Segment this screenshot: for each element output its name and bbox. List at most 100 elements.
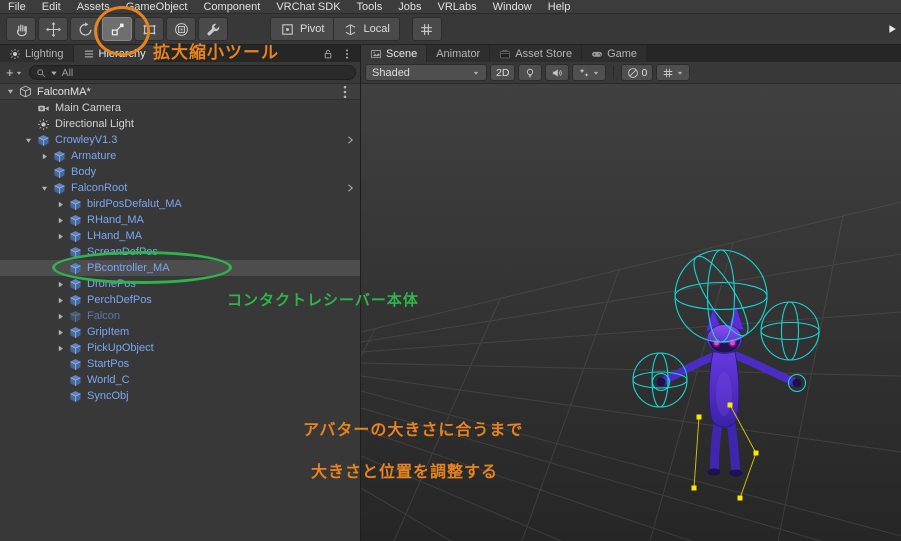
collapse-arrow[interactable] bbox=[38, 184, 51, 193]
hierarchy-item-label: StartPos bbox=[87, 358, 130, 370]
hierarchy-item-directional-light[interactable]: Directional Light bbox=[0, 116, 360, 132]
rotate-tool[interactable] bbox=[70, 17, 100, 41]
hierarchy-item-screandefpos[interactable]: ScreanDefPos bbox=[0, 244, 360, 260]
eye-off-icon bbox=[627, 67, 639, 79]
move-tool[interactable] bbox=[38, 17, 68, 41]
hierarchy-item-label: SyncObj bbox=[87, 390, 129, 402]
scene-audio-toggle[interactable] bbox=[545, 64, 570, 81]
menu-edit[interactable]: Edit bbox=[34, 1, 69, 13]
lock-icon[interactable] bbox=[322, 48, 334, 60]
expand-arrow[interactable] bbox=[54, 296, 67, 305]
tab-asset-store[interactable]: Asset Store bbox=[490, 45, 582, 62]
pivot-toggle[interactable]: Pivot bbox=[270, 17, 335, 41]
tab-label: Lighting bbox=[25, 47, 64, 60]
scene-header-row[interactable]: FalconMA* bbox=[0, 84, 360, 100]
game-icon bbox=[591, 48, 603, 60]
hierarchy-tree: FalconMA* Main Camera Directional Light Cr… bbox=[0, 84, 360, 541]
menu-assets[interactable]: Assets bbox=[69, 1, 118, 13]
expand-arrow[interactable] bbox=[38, 152, 51, 161]
hierarchy-rows: Main Camera Directional Light CrowleyV1.3 A… bbox=[0, 100, 360, 404]
tab-hierarchy[interactable]: Hierarchy bbox=[73, 45, 155, 62]
kebab-icon[interactable] bbox=[341, 48, 353, 60]
hierarchy-tabs: Lighting Hierarchy bbox=[0, 45, 156, 62]
prefab-cube-icon bbox=[51, 150, 68, 163]
create-object-button[interactable]: + bbox=[4, 65, 25, 80]
hierarchy-item-dronepos[interactable]: DronePos bbox=[0, 276, 360, 292]
expand-arrow[interactable] bbox=[54, 312, 67, 321]
menu-tools[interactable]: Tools bbox=[349, 1, 391, 13]
tool-buttons bbox=[6, 17, 230, 41]
menu-vrchat-sdk[interactable]: VRChat SDK bbox=[268, 1, 348, 13]
prefab-chevron-icon[interactable] bbox=[345, 135, 355, 145]
expand-arrow[interactable] bbox=[54, 328, 67, 337]
custom-tool[interactable] bbox=[198, 17, 228, 41]
expand-arrow[interactable] bbox=[54, 216, 67, 225]
tab-lighting[interactable]: Lighting bbox=[0, 45, 73, 62]
transform-icon bbox=[174, 22, 189, 37]
hierarchy-item-birdposdefalut-ma[interactable]: birdPosDefalut_MA bbox=[0, 196, 360, 212]
transform-tool[interactable] bbox=[166, 17, 196, 41]
scene-render bbox=[361, 84, 901, 541]
hierarchy-item-label: RHand_MA bbox=[87, 214, 144, 226]
hierarchy-item-falcon[interactable]: Falcon bbox=[0, 308, 360, 324]
hierarchy-item-startpos[interactable]: StartPos bbox=[0, 356, 360, 372]
expand-arrow[interactable] bbox=[54, 280, 67, 289]
expand-arrow[interactable] bbox=[54, 344, 67, 353]
camera-icon bbox=[35, 102, 52, 115]
hierarchy-icon bbox=[83, 48, 95, 60]
prefab-chevron-icon[interactable] bbox=[345, 183, 355, 193]
hand-tool[interactable] bbox=[6, 17, 36, 41]
menu-help[interactable]: Help bbox=[540, 1, 579, 13]
scale-tool[interactable] bbox=[102, 17, 132, 41]
menu-file[interactable]: File bbox=[0, 1, 34, 13]
scene-3d-view[interactable] bbox=[361, 84, 901, 541]
hierarchy-search-input[interactable]: All bbox=[28, 65, 356, 80]
hierarchy-item-lhand-ma[interactable]: LHand_MA bbox=[0, 228, 360, 244]
gizmos-dropdown[interactable] bbox=[656, 64, 691, 81]
tab-game[interactable]: Game bbox=[582, 45, 647, 62]
expand-arrow[interactable] bbox=[54, 200, 67, 209]
tab-animator[interactable]: Animator bbox=[427, 45, 490, 62]
menu-jobs[interactable]: Jobs bbox=[390, 1, 429, 13]
hierarchy-item-label: PBcontroller_MA bbox=[87, 262, 170, 274]
collapse-arrow[interactable] bbox=[22, 136, 35, 145]
menu-component[interactable]: Component bbox=[195, 1, 268, 13]
move-icon bbox=[45, 21, 61, 37]
prefab-cube-icon bbox=[67, 230, 84, 243]
rect-tool[interactable] bbox=[134, 17, 164, 41]
shading-mode-dropdown[interactable]: Shaded bbox=[365, 64, 487, 81]
tab-label: Game bbox=[607, 47, 638, 60]
hierarchy-item-world-c[interactable]: World_C bbox=[0, 372, 360, 388]
hierarchy-item-label: CrowleyV1.3 bbox=[55, 134, 118, 146]
menu-gameobject[interactable]: GameObject bbox=[118, 1, 196, 13]
scene-lighting-toggle[interactable] bbox=[518, 64, 543, 81]
2d-toggle[interactable]: 2D bbox=[490, 64, 516, 81]
light-icon bbox=[35, 118, 52, 131]
play-icon[interactable] bbox=[886, 23, 898, 35]
hierarchy-item-pbcontroller-ma[interactable]: PBcontroller_MA bbox=[0, 260, 360, 276]
hierarchy-item-pickupobject[interactable]: PickUpObject bbox=[0, 340, 360, 356]
kebab-icon[interactable] bbox=[337, 84, 353, 100]
hierarchy-item-syncobj[interactable]: SyncObj bbox=[0, 388, 360, 404]
hierarchy-item-crowleyv1-3[interactable]: CrowleyV1.3 bbox=[0, 132, 360, 148]
hierarchy-item-label: GripItem bbox=[87, 326, 130, 338]
menu-window[interactable]: Window bbox=[485, 1, 540, 13]
hierarchy-item-main-camera[interactable]: Main Camera bbox=[0, 100, 360, 116]
menu-vrlabs[interactable]: VRLabs bbox=[429, 1, 484, 13]
collapse-arrow[interactable] bbox=[4, 87, 17, 96]
hierarchy-item-falconroot[interactable]: FalconRoot bbox=[0, 180, 360, 196]
hidden-objects-button[interactable]: 0 bbox=[621, 64, 654, 81]
hierarchy-panel: Lighting Hierarchy + All FalconMA* Main … bbox=[0, 45, 361, 541]
tab-scene[interactable]: Scene bbox=[361, 45, 427, 62]
toolbar-separator bbox=[613, 66, 615, 79]
hierarchy-item-perchdefpos[interactable]: PerchDefPos bbox=[0, 292, 360, 308]
hierarchy-item-body[interactable]: Body bbox=[0, 164, 360, 180]
effects-dropdown[interactable] bbox=[572, 64, 607, 81]
local-toggle[interactable]: Local bbox=[334, 17, 400, 41]
hierarchy-item-gripitem[interactable]: GripItem bbox=[0, 324, 360, 340]
grid-snap-button[interactable] bbox=[411, 17, 442, 41]
hierarchy-item-armature[interactable]: Armature bbox=[0, 148, 360, 164]
expand-arrow[interactable] bbox=[54, 232, 67, 241]
hierarchy-searchbar: + All bbox=[0, 62, 360, 84]
hierarchy-item-rhand-ma[interactable]: RHand_MA bbox=[0, 212, 360, 228]
